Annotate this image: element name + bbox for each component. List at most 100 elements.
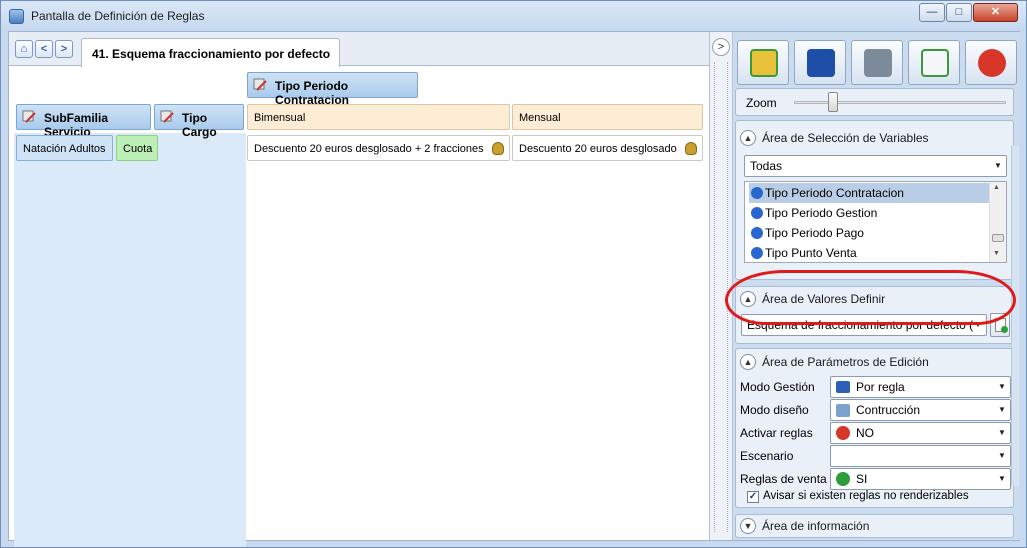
- home-icon[interactable]: ⌂: [15, 40, 33, 58]
- row-variable-header-subfamilia[interactable]: SubFamilia Servicio: [16, 104, 151, 139]
- variable-icon: [253, 78, 267, 91]
- chevron-up-icon[interactable]: ▲: [740, 291, 756, 307]
- panel-title: Área de información: [762, 519, 870, 533]
- print-icon: [864, 49, 892, 77]
- escenario-dropdown[interactable]: ▼: [830, 445, 1011, 467]
- column-value-cell[interactable]: Bimensual: [247, 104, 510, 130]
- variable-selection-panel: ▲ Área de Selección de Variables Todas ▼…: [735, 120, 1014, 280]
- close-icon: [978, 49, 1006, 77]
- list-item[interactable]: Tipo Periodo Gestion: [749, 203, 991, 223]
- row-header-column: [14, 133, 246, 547]
- field-label: Activar reglas: [740, 426, 813, 440]
- list-scrollbar[interactable]: ▲ ▼: [989, 182, 1006, 262]
- chevron-down-icon[interactable]: ▼: [994, 400, 1010, 420]
- list-item-label: Tipo Periodo Gestion: [765, 206, 878, 220]
- rule-grid: Tipo Periodo Contratacion SubFamilia Ser…: [9, 67, 709, 547]
- back-arrow-icon[interactable]: <: [35, 40, 53, 58]
- modo-gestion-dropdown[interactable]: Por regla ▼: [830, 376, 1011, 398]
- panel-title: Área de Parámetros de Edición: [762, 355, 929, 369]
- panel-title: Área de Selección de Variables: [762, 131, 929, 145]
- variable-icon: [160, 110, 174, 123]
- properties-panel: Zoom ▲ Área de Selección de Variables To…: [733, 32, 1020, 540]
- values-panel: ▲ Área de Valores Definir Esquema de fra…: [735, 286, 1014, 344]
- chevron-down-icon[interactable]: ▼: [994, 446, 1010, 466]
- save-button[interactable]: [794, 40, 846, 85]
- dropdown-value: Esquema de fraccionamiento por defecto (: [747, 318, 974, 332]
- green-check-icon: [836, 472, 850, 486]
- minimize-button[interactable]: —: [919, 3, 945, 22]
- maximize-button[interactable]: □: [946, 3, 972, 22]
- main-window: Pantalla de Definición de Reglas — □ ✕ ⌂…: [0, 0, 1027, 548]
- collapse-panel-icon[interactable]: >: [712, 38, 730, 56]
- title-bar: Pantalla de Definición de Reglas — □ ✕: [1, 1, 1026, 31]
- column-variable-header[interactable]: Tipo Periodo Contratacion: [247, 72, 418, 107]
- dropdown-value: Todas: [750, 159, 783, 173]
- tab-strip: ⌂ < > 41. Esquema fraccionamiento por de…: [9, 32, 709, 67]
- client-area: ⌂ < > 41. Esquema fraccionamiento por de…: [8, 31, 1020, 547]
- chevron-down-icon[interactable]: ▼: [740, 518, 756, 534]
- list-item-label: Tipo Periodo Contratacion: [765, 186, 904, 200]
- panel-title: Área de Valores Definir: [762, 292, 886, 306]
- export-button[interactable]: [908, 40, 960, 85]
- rules-editor: ⌂ < > 41. Esquema fraccionamiento por de…: [9, 32, 709, 547]
- rule-value-cell[interactable]: Descuento 20 euros desglosado: [512, 135, 703, 161]
- chevron-down-icon[interactable]: ▼: [970, 315, 986, 335]
- row-variable-header-tipo-cargo[interactable]: Tipo Cargo: [154, 104, 244, 139]
- close-window-button[interactable]: ✕: [973, 3, 1018, 22]
- rule-value-text: Descuento 20 euros desglosado: [519, 143, 677, 155]
- app-icon: [9, 9, 24, 24]
- info-icon: [751, 207, 763, 219]
- information-panel: ▼ Área de información: [735, 514, 1014, 538]
- info-icon: [751, 187, 763, 199]
- column-value-cell[interactable]: Mensual: [512, 104, 703, 130]
- column-variable-label: Tipo Periodo Contratacion: [275, 79, 350, 107]
- chevron-up-icon[interactable]: ▲: [740, 130, 756, 146]
- tab-esquema-fraccionamiento[interactable]: 41. Esquema fraccionamiento por defecto: [81, 38, 340, 67]
- modo-diseno-dropdown[interactable]: Contrucción ▼: [830, 399, 1011, 421]
- field-label: Modo Gestión: [740, 380, 815, 394]
- list-item[interactable]: Tipo Periodo Pago: [749, 223, 991, 243]
- money-bag-icon: [492, 142, 504, 155]
- print-button[interactable]: [851, 40, 903, 85]
- list-item-label: Tipo Periodo Pago: [765, 226, 864, 240]
- scrollbar-thumb[interactable]: [992, 234, 1004, 242]
- zoom-label: Zoom: [746, 96, 777, 110]
- zoom-slider-track[interactable]: [794, 101, 1006, 104]
- right-panel-scrollbar[interactable]: [1011, 146, 1019, 486]
- reglas-venta-dropdown[interactable]: SI ▼: [830, 468, 1011, 490]
- add-icon: [1001, 326, 1008, 333]
- panel-splitter[interactable]: >: [709, 32, 733, 540]
- list-item[interactable]: Tipo Punto Venta: [749, 243, 991, 262]
- edit-parameters-panel: ▲ Área de Parámetros de Edición Modo Ges…: [735, 348, 1014, 508]
- open-button[interactable]: [737, 40, 789, 85]
- variable-icon: [22, 110, 36, 123]
- chevron-up-icon[interactable]: ▲: [740, 354, 756, 370]
- chevron-down-icon[interactable]: ▼: [990, 156, 1006, 176]
- chevron-down-icon[interactable]: ▼: [994, 469, 1010, 489]
- variable-filter-dropdown[interactable]: Todas ▼: [744, 155, 1007, 177]
- rule-value-text: Descuento 20 euros desglosado + 2 fracci…: [254, 143, 484, 155]
- red-x-icon: [836, 426, 850, 440]
- chevron-down-icon[interactable]: ▼: [994, 423, 1010, 443]
- chevron-down-icon[interactable]: ▼: [994, 377, 1010, 397]
- open-folder-icon: [750, 49, 778, 77]
- row-key-cell[interactable]: Natación Adultos: [16, 135, 113, 161]
- activar-reglas-dropdown[interactable]: NO ▼: [830, 422, 1011, 444]
- list-item[interactable]: Tipo Periodo Contratacion: [749, 183, 991, 203]
- row-key-cell[interactable]: Cuota: [116, 135, 158, 161]
- book-icon: [836, 381, 850, 393]
- value-dropdown[interactable]: Esquema de fraccionamiento por defecto (…: [741, 314, 987, 336]
- rule-value-cell[interactable]: Descuento 20 euros desglosado + 2 fracci…: [247, 135, 510, 161]
- money-bag-icon: [685, 142, 697, 155]
- forward-arrow-icon[interactable]: >: [55, 40, 73, 58]
- zoom-slider-thumb[interactable]: [828, 92, 838, 112]
- avisar-checkbox[interactable]: ✓: [747, 491, 759, 503]
- scroll-down-icon[interactable]: ▼: [993, 250, 1000, 257]
- splitter-grip[interactable]: [714, 62, 728, 532]
- variable-list[interactable]: Tipo Periodo Contratacion Tipo Periodo G…: [744, 181, 1007, 263]
- close-button[interactable]: [965, 40, 1017, 85]
- new-value-button[interactable]: [990, 313, 1010, 337]
- save-icon: [807, 49, 835, 77]
- field-label: Reglas de venta: [740, 472, 827, 486]
- scroll-up-icon[interactable]: ▲: [993, 184, 1000, 191]
